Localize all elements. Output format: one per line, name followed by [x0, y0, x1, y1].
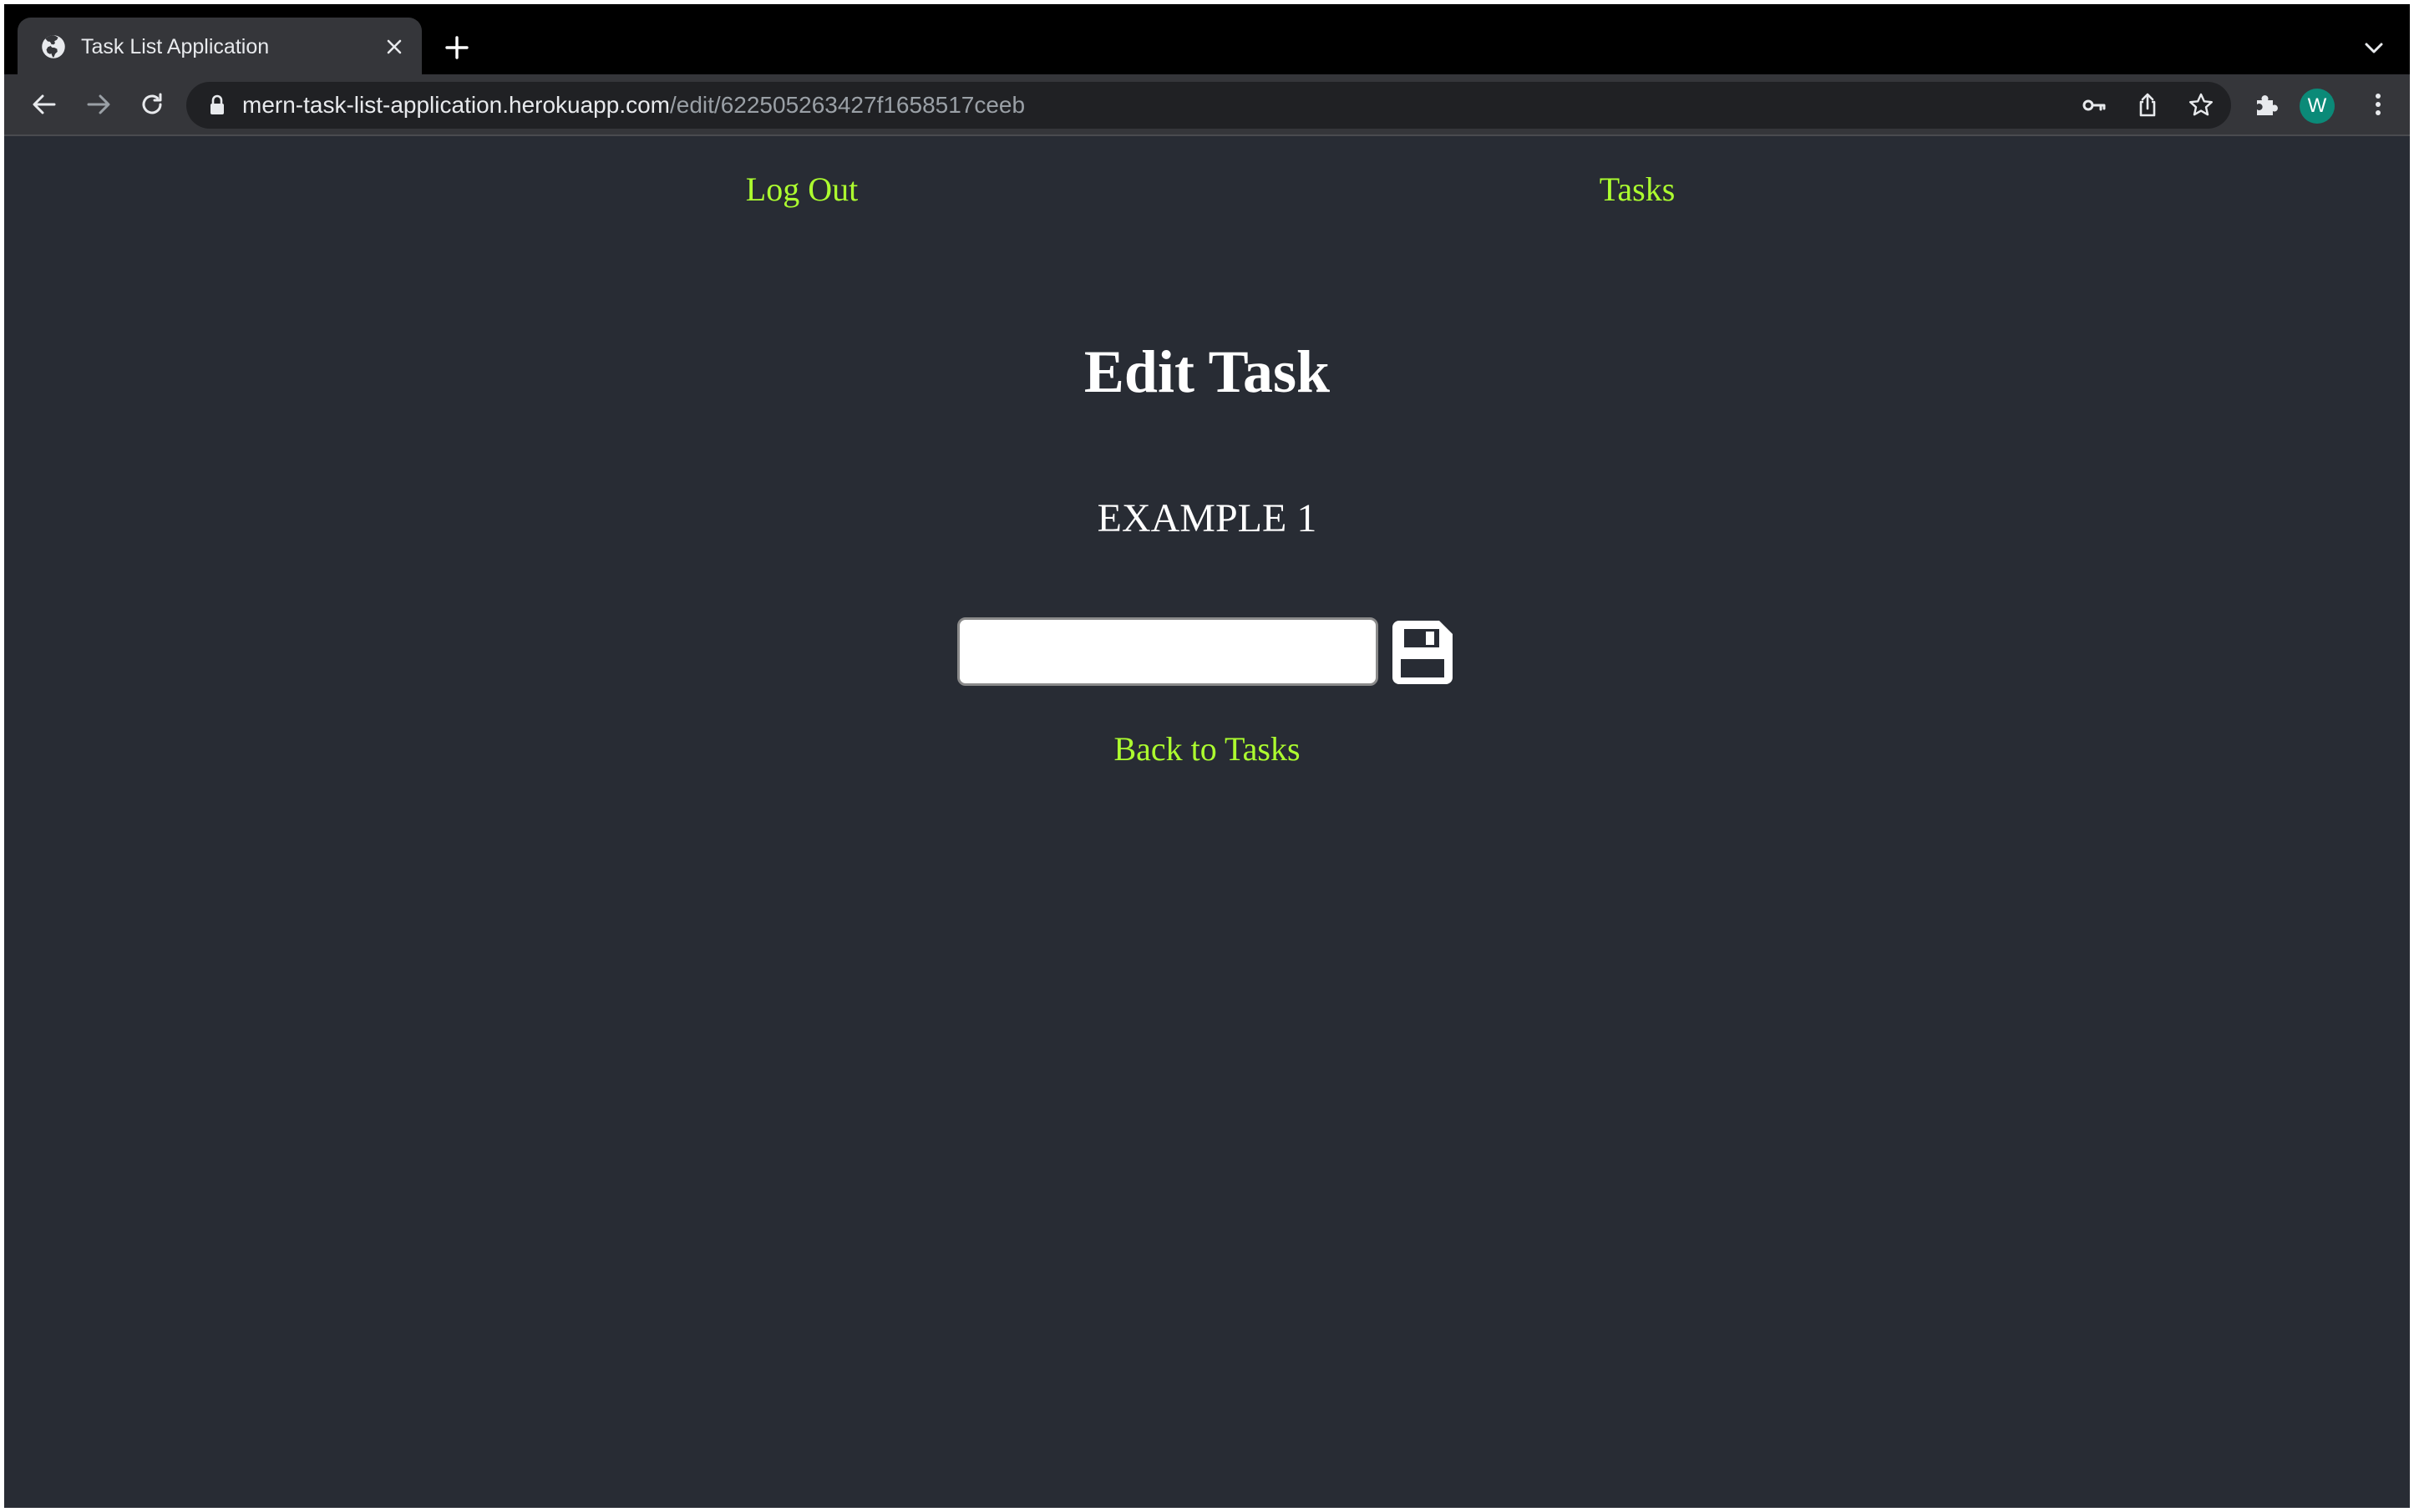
forward-arrow-icon[interactable]	[80, 86, 117, 123]
address-bar[interactable]: mern-task-list-application.herokuapp.com…	[186, 82, 2231, 129]
bookmark-star-icon[interactable]	[2184, 89, 2218, 122]
page-title: Edit Task	[1083, 338, 1331, 405]
lock-icon	[210, 94, 224, 114]
back-arrow-icon[interactable]	[26, 86, 63, 123]
save-button[interactable]	[1387, 617, 1458, 688]
reload-icon[interactable]	[134, 86, 170, 123]
browser-toolbar: mern-task-list-application.herokuapp.com…	[4, 74, 2410, 136]
back-to-tasks-link[interactable]: Back to Tasks	[1113, 730, 1300, 768]
tab-search-chevron-icon[interactable]	[2360, 34, 2388, 63]
extensions-puzzle-icon[interactable]	[2248, 86, 2285, 123]
url-path: /edit/622505263427f1658517ceeb	[670, 92, 1026, 118]
browser-tab[interactable]: Task List Application	[18, 18, 422, 74]
back-to-tasks-row: Back to Tasks	[4, 729, 2410, 769]
logout-link[interactable]: Log Out	[746, 170, 858, 210]
key-icon[interactable]	[2077, 89, 2111, 122]
url-text: mern-task-list-application.herokuapp.com…	[242, 93, 1025, 118]
url-host: mern-task-list-application.herokuapp.com	[242, 92, 670, 118]
task-edit-input[interactable]	[957, 617, 1378, 686]
profile-avatar[interactable]: W	[2300, 89, 2335, 124]
tab-title: Task List Application	[81, 35, 270, 58]
more-menu-icon[interactable]	[2360, 86, 2396, 123]
floppy-disk-icon	[1392, 621, 1453, 684]
tab-strip: Task List Application	[4, 4, 2410, 74]
page-content: Log Out Tasks Edit Task EXAMPLE 1 Back t…	[4, 138, 2410, 1508]
tasks-link[interactable]: Tasks	[1600, 170, 1676, 210]
browser-window: Task List Application mern-task-list-app…	[4, 4, 2410, 1508]
close-tab-icon[interactable]	[380, 33, 408, 61]
globe-icon	[42, 35, 65, 58]
new-tab-icon[interactable]	[440, 31, 474, 64]
task-name: EXAMPLE 1	[1097, 496, 1317, 540]
share-icon[interactable]	[2131, 89, 2164, 122]
